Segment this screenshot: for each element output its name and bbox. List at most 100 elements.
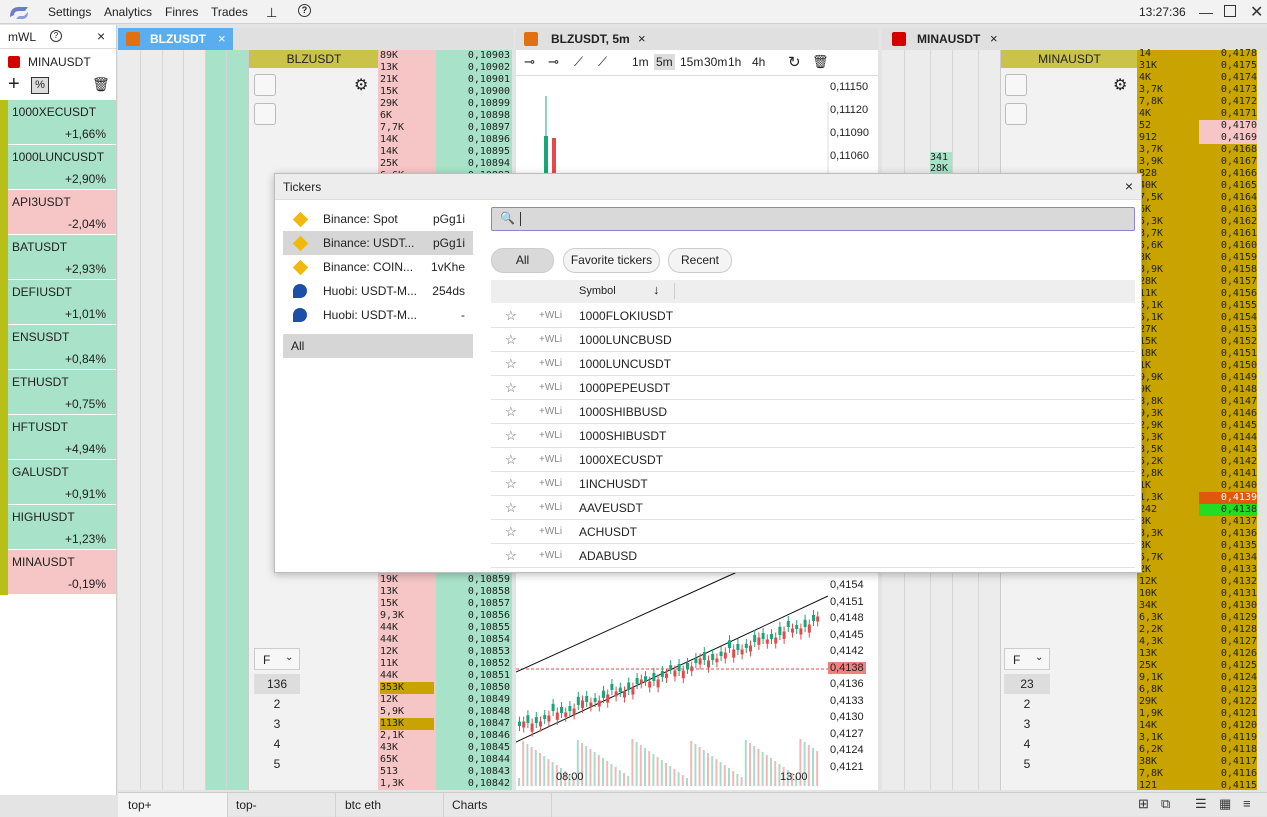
ticker-row[interactable]: ☆ +WLi 1000XECUSDT [491,448,1135,472]
ob-price[interactable]: 0,4164 [1199,192,1257,204]
watchlist-row[interactable]: MINAUSDT -0,19% [0,550,116,595]
close-window-icon[interactable]: ✕ [1250,2,1263,22]
add-to-watchlist-icon[interactable]: +WLi [539,358,562,369]
pin-off-icon[interactable]: ⊥ [266,5,277,21]
add-to-watchlist-icon[interactable]: +WLi [539,334,562,345]
tab-minausdt[interactable]: MINAUSDT × [882,28,1007,50]
ob-price[interactable]: 0,10853 [438,646,510,658]
ticker-row[interactable]: ☆ +WLi 1000SHIBBUSD [491,400,1135,424]
chart-add-icon[interactable] [254,74,276,96]
star-icon[interactable]: ☆ [505,548,517,564]
selected-ticker[interactable]: MINAUSDT [0,50,116,74]
watchlist-row[interactable]: ENSUSDT +0,84% [0,325,116,370]
ob-price[interactable]: 0,10859 [438,574,510,586]
ob-price[interactable]: 0,4134 [1199,552,1257,564]
star-icon[interactable]: ☆ [505,332,517,348]
star-icon[interactable]: ☆ [505,308,517,324]
add-to-watchlist-icon[interactable]: +WLi [539,478,562,489]
percent-toggle-icon[interactable]: % [31,77,49,94]
add-to-watchlist-icon[interactable]: +WLi [539,310,562,321]
ob-price[interactable]: 0,4171 [1199,108,1257,120]
star-icon[interactable]: ☆ [505,380,517,396]
ob-price[interactable]: 0,4145 [1199,420,1257,432]
star-icon[interactable]: ☆ [505,500,517,516]
calculator-icon[interactable] [254,103,276,125]
ob-price[interactable]: 0,4175 [1199,60,1257,72]
ob-price[interactable]: 0,4155 [1199,300,1257,312]
ticker-row[interactable]: ☆ +WLi ACHUSDT [491,520,1135,544]
bottom-tab-top-plus[interactable]: top+ [118,793,228,817]
level-item[interactable]: 4 [254,734,300,754]
tab-blzusdt-5m[interactable]: BLZUSDT, 5m × [516,28,656,50]
ob-price[interactable]: 0,4168 [1199,144,1257,156]
ob-price[interactable]: 0,4132 [1199,576,1257,588]
close-icon[interactable]: × [1125,178,1133,194]
ob-price[interactable]: 0,10846 [438,730,510,742]
watchlist-row[interactable]: GALUSDT +0,91% [0,460,116,505]
ray-tool-icon[interactable]: ⊸ [548,54,559,70]
line-tool-icon[interactable]: ⊸ [524,54,535,70]
ob-price[interactable]: 0,4118 [1199,744,1257,756]
tab-blzusdt[interactable]: BLZUSDT × [118,28,233,50]
ob-price[interactable]: 0,4131 [1199,588,1257,600]
sort-list-icon[interactable]: ≡ [1243,796,1251,811]
watchlist-row[interactable]: API3USDT -2,04% [0,190,116,235]
ob-price[interactable]: 0,10900 [438,86,510,98]
add-to-watchlist-icon[interactable]: +WLi [539,550,562,561]
ob-price[interactable]: 0,4136 [1199,528,1257,540]
calculator-icon[interactable] [1005,103,1027,125]
ob-price[interactable]: 0,10848 [438,706,510,718]
ob-price[interactable]: 0,4161 [1199,228,1257,240]
add-icon[interactable]: + [8,73,20,96]
ob-price[interactable]: 0,4162 [1199,216,1257,228]
ob-price[interactable]: 0,4143 [1199,444,1257,456]
ob-price[interactable]: 0,10852 [438,658,510,670]
ob-price[interactable]: 0,10844 [438,754,510,766]
close-icon[interactable]: × [97,28,105,44]
ob-price[interactable]: 0,4122 [1199,696,1257,708]
ob-price[interactable]: 0,10902 [438,62,510,74]
star-icon[interactable]: ☆ [505,356,517,372]
ob-price[interactable]: 0,10849 [438,694,510,706]
level-item[interactable]: 3 [1004,714,1050,734]
list-icon[interactable]: ☰ [1195,796,1207,812]
ob-price[interactable]: 0,10903 [438,50,510,62]
help-icon[interactable]: ? [298,4,311,17]
ob-price[interactable]: 0,4138 [1199,504,1257,516]
level-item[interactable]: 4 [1004,734,1050,754]
ticker-row[interactable]: ☆ +WLi ADABUSD [491,544,1135,568]
ob-price[interactable]: 0,4119 [1199,732,1257,744]
ob-price[interactable]: 0,4141 [1199,468,1257,480]
ticker-row[interactable]: ☆ +WLi 1000LUNCBUSD [491,328,1135,352]
ob-price[interactable]: 0,4166 [1199,168,1257,180]
ob-price[interactable]: 0,10901 [438,74,510,86]
maximize-icon[interactable] [1224,5,1236,17]
exchange-item[interactable]: Huobi: USDT-M... 254ds [283,279,473,303]
ob-price[interactable]: 0,4146 [1199,408,1257,420]
trend-tool-icon[interactable]: ⟋ [574,54,583,70]
ticker-row[interactable]: ☆ +WLi 1000SHIBUSDT [491,424,1135,448]
timeframe-5m[interactable]: 5m [654,54,675,70]
star-icon[interactable]: ☆ [505,428,517,444]
ob-price[interactable]: 0,10854 [438,634,510,646]
ob-price[interactable]: 0,4169 [1199,132,1257,144]
ob-price[interactable]: 0,4117 [1199,756,1257,768]
grid-icon[interactable]: ▦ [1219,796,1231,812]
ob-price[interactable]: 0,4167 [1199,156,1257,168]
ticker-row[interactable]: ☆ +WLi 1000FLOKIUSDT [491,304,1135,328]
level-item[interactable]: 23 [1004,674,1050,694]
ob-price[interactable]: 0,4151 [1199,348,1257,360]
refresh-icon[interactable]: ↻ [788,53,801,71]
filter-all[interactable]: All [491,248,554,273]
level-item[interactable]: 2 [1004,694,1050,714]
ob-price[interactable]: 0,10843 [438,766,510,778]
level-item[interactable]: 136 [254,674,300,694]
ob-price[interactable]: 0,4140 [1199,480,1257,492]
ob-price[interactable]: 0,4165 [1199,180,1257,192]
ob-price[interactable]: 0,4128 [1199,624,1257,636]
menu-settings[interactable]: Settings [48,5,91,19]
ob-price[interactable]: 0,10857 [438,598,510,610]
ob-price[interactable]: 0,10898 [438,110,510,122]
ob-price[interactable]: 0,4126 [1199,648,1257,660]
ob-price[interactable]: 0,10850 [438,682,510,694]
